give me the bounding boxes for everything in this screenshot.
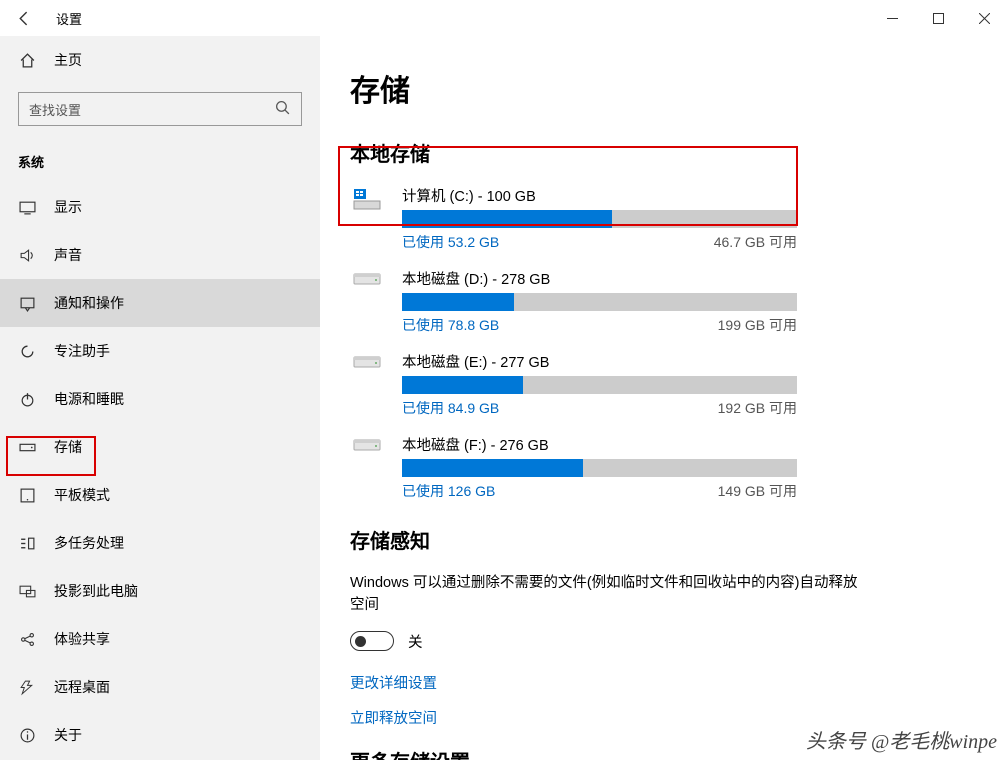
nav-shared[interactable]: 体验共享 <box>0 615 320 663</box>
nav-storage[interactable]: 存储 <box>0 423 320 471</box>
minimize-button[interactable] <box>869 0 915 36</box>
nav-label: 远程桌面 <box>54 677 110 697</box>
nav-notifications[interactable]: 通知和操作 <box>0 279 320 327</box>
storage-sense-toggle[interactable] <box>350 631 394 651</box>
drive-title: 本地磁盘 (D:) - 278 GB <box>402 268 967 289</box>
drive-icon <box>350 268 384 288</box>
watermark: 头条号 @老毛桃winpe <box>806 725 997 754</box>
main-content: 存储 本地存储 计算机 (C:) - 100 GB 已使用 53.2 GB 46.7… <box>320 36 1007 760</box>
storage-sense-desc: Windows 可以通过删除不需要的文件(例如临时文件和回收站中的内容)自动释放… <box>350 572 870 617</box>
page-title: 存储 <box>350 66 967 110</box>
drive-used-label: 已使用 126 GB <box>402 481 495 501</box>
sound-icon <box>18 247 36 264</box>
search-placeholder: 查找设置 <box>29 100 274 119</box>
drive-row[interactable]: 本地磁盘 (E:) - 277 GB 已使用 84.9 GB 192 GB 可用 <box>350 351 967 418</box>
usage-bar <box>402 459 797 477</box>
drive-title: 本地磁盘 (F:) - 276 GB <box>402 434 967 455</box>
about-icon <box>18 727 36 744</box>
drive-free-label: 192 GB 可用 <box>718 398 797 418</box>
drive-title: 本地磁盘 (E:) - 277 GB <box>402 351 967 372</box>
project-icon <box>18 583 36 600</box>
nav-display[interactable]: 显示 <box>0 183 320 231</box>
nav-sound[interactable]: 声音 <box>0 231 320 279</box>
drive-row[interactable]: 计算机 (C:) - 100 GB 已使用 53.2 GB 46.7 GB 可用 <box>350 185 967 252</box>
home-icon <box>18 52 36 69</box>
home-label: 主页 <box>54 50 82 70</box>
storage-sense-heading: 存储感知 <box>350 525 967 554</box>
nav-label: 关于 <box>54 725 82 745</box>
close-button[interactable] <box>961 0 1007 36</box>
nav-power[interactable]: 电源和睡眠 <box>0 375 320 423</box>
tablet-icon <box>18 487 36 504</box>
display-icon <box>18 199 36 216</box>
drive-free-label: 199 GB 可用 <box>718 315 797 335</box>
minimize-icon <box>887 13 898 24</box>
arrow-left-icon <box>16 10 33 27</box>
usage-bar <box>402 376 797 394</box>
drive-row[interactable]: 本地磁盘 (D:) - 278 GB 已使用 78.8 GB 199 GB 可用 <box>350 268 967 335</box>
multitask-icon <box>18 535 36 552</box>
nav-label: 存储 <box>54 437 82 457</box>
nav-label: 多任务处理 <box>54 533 124 553</box>
search-icon <box>274 99 291 119</box>
sidebar: 主页 查找设置 系统 显示 声音 通知和操作 专注助手 电源和睡眠 <box>0 36 320 760</box>
usage-bar <box>402 293 797 311</box>
nav-label: 显示 <box>54 197 82 217</box>
nav-label: 通知和操作 <box>54 293 124 313</box>
local-storage-heading: 本地存储 <box>350 138 967 167</box>
maximize-button[interactable] <box>915 0 961 36</box>
nav-label: 声音 <box>54 245 82 265</box>
nav-project[interactable]: 投影到此电脑 <box>0 567 320 615</box>
drive-title: 计算机 (C:) - 100 GB <box>402 185 967 206</box>
drive-free-label: 149 GB 可用 <box>718 481 797 501</box>
nav-remote[interactable]: 远程桌面 <box>0 663 320 711</box>
nav-about[interactable]: 关于 <box>0 711 320 759</box>
section-heading: 系统 <box>0 144 320 183</box>
home-link[interactable]: 主页 <box>0 36 320 84</box>
nav-label: 专注助手 <box>54 341 110 361</box>
nav-label: 体验共享 <box>54 629 110 649</box>
remote-icon <box>18 679 36 696</box>
shared-icon <box>18 631 36 648</box>
usage-bar <box>402 210 797 228</box>
drive-icon <box>350 351 384 371</box>
close-icon <box>979 13 990 24</box>
drive-icon <box>350 434 384 454</box>
nav-multitask[interactable]: 多任务处理 <box>0 519 320 567</box>
nav-focus[interactable]: 专注助手 <box>0 327 320 375</box>
nav-label: 电源和睡眠 <box>54 389 124 409</box>
drive-row[interactable]: 本地磁盘 (F:) - 276 GB 已使用 126 GB 149 GB 可用 <box>350 434 967 501</box>
change-settings-link[interactable]: 更改详细设置 <box>350 672 967 693</box>
storage-icon <box>18 439 36 456</box>
back-button[interactable] <box>0 0 48 36</box>
notifications-icon <box>18 295 36 312</box>
window-title: 设置 <box>48 9 82 28</box>
maximize-icon <box>933 13 944 24</box>
focus-icon <box>18 343 36 360</box>
drive-free-label: 46.7 GB 可用 <box>714 232 797 252</box>
drive-used-label: 已使用 78.8 GB <box>402 315 499 335</box>
search-input[interactable]: 查找设置 <box>18 92 302 126</box>
nav-tablet[interactable]: 平板模式 <box>0 471 320 519</box>
drive-used-label: 已使用 84.9 GB <box>402 398 499 418</box>
toggle-state-label: 关 <box>408 631 423 652</box>
drive-used-label: 已使用 53.2 GB <box>402 232 499 252</box>
nav-label: 投影到此电脑 <box>54 581 138 601</box>
nav-label: 平板模式 <box>54 485 110 505</box>
drive-icon <box>350 185 384 211</box>
power-icon <box>18 391 36 408</box>
